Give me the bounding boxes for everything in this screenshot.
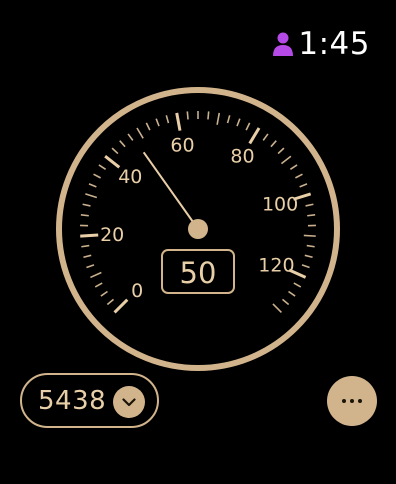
gauge-tick (248, 127, 261, 145)
gauge-label: 0 (131, 280, 143, 302)
gauge-tick (245, 122, 251, 131)
odometer-button[interactable]: 5438 (20, 373, 159, 428)
gauge-tick (304, 254, 313, 259)
gauge-tick (100, 290, 108, 297)
gauge-tick (281, 298, 290, 306)
gauge-tick (175, 112, 182, 131)
gauge-tick (303, 234, 316, 237)
gauge-tick (88, 183, 97, 188)
gauge-tick (93, 173, 101, 179)
needle-hub (188, 219, 208, 239)
gauge-tick (106, 298, 115, 306)
gauge-needle (142, 151, 199, 230)
gauge-tick (82, 203, 91, 207)
gauge-tick (145, 122, 151, 131)
gauge-tick (270, 140, 277, 148)
more-options-button[interactable] (327, 376, 377, 426)
gauge-tick (80, 213, 89, 217)
gauge-tick (83, 254, 92, 259)
ellipsis-icon (342, 399, 346, 403)
gauge-tick (289, 164, 298, 170)
chevron-down-icon (113, 386, 145, 418)
gauge-label: 80 (230, 145, 254, 167)
gauge-tick (186, 111, 189, 120)
gauge-tick (127, 133, 134, 141)
gauge-tick (81, 244, 90, 248)
gauge-tick (293, 282, 302, 288)
gauge-tick (111, 147, 119, 155)
odometer-value: 5438 (38, 385, 107, 416)
gauge-tick (136, 127, 144, 139)
gauge-tick (306, 244, 315, 248)
gauge-tick (86, 264, 95, 269)
gauge-tick (236, 118, 241, 127)
gauge-tick (277, 147, 285, 155)
gauge-tick (80, 233, 99, 238)
gauge-tick (85, 193, 98, 199)
gauge-tick (207, 111, 210, 120)
gauge-tick (216, 112, 221, 125)
gauge-tick (90, 271, 102, 279)
gauge-tick (295, 173, 303, 179)
gauge-tick (94, 282, 103, 288)
gauge-tick (98, 164, 107, 170)
gauge-label: 20 (100, 224, 124, 246)
gauge-label: 120 (258, 254, 294, 276)
gauge-tick (165, 115, 170, 124)
gauge-tick (301, 264, 310, 269)
gauge-label: 40 (118, 166, 142, 188)
gauge-tick (155, 118, 160, 127)
gauge-tick (305, 203, 314, 207)
gauge-tick (307, 213, 316, 217)
gauge-tick (262, 133, 269, 141)
gauge-label: 100 (262, 193, 298, 215)
gauge-tick (299, 183, 308, 188)
gauge-tick (226, 115, 231, 124)
gauge-tick (288, 290, 296, 297)
gauge-label: 60 (170, 134, 194, 156)
gauge-tick (113, 298, 129, 314)
gauge-tick (280, 155, 292, 165)
speed-readout: 50 (180, 256, 217, 290)
gauge-tick (272, 303, 283, 314)
gauge-tick (104, 155, 121, 169)
gauge-tick (119, 140, 126, 148)
